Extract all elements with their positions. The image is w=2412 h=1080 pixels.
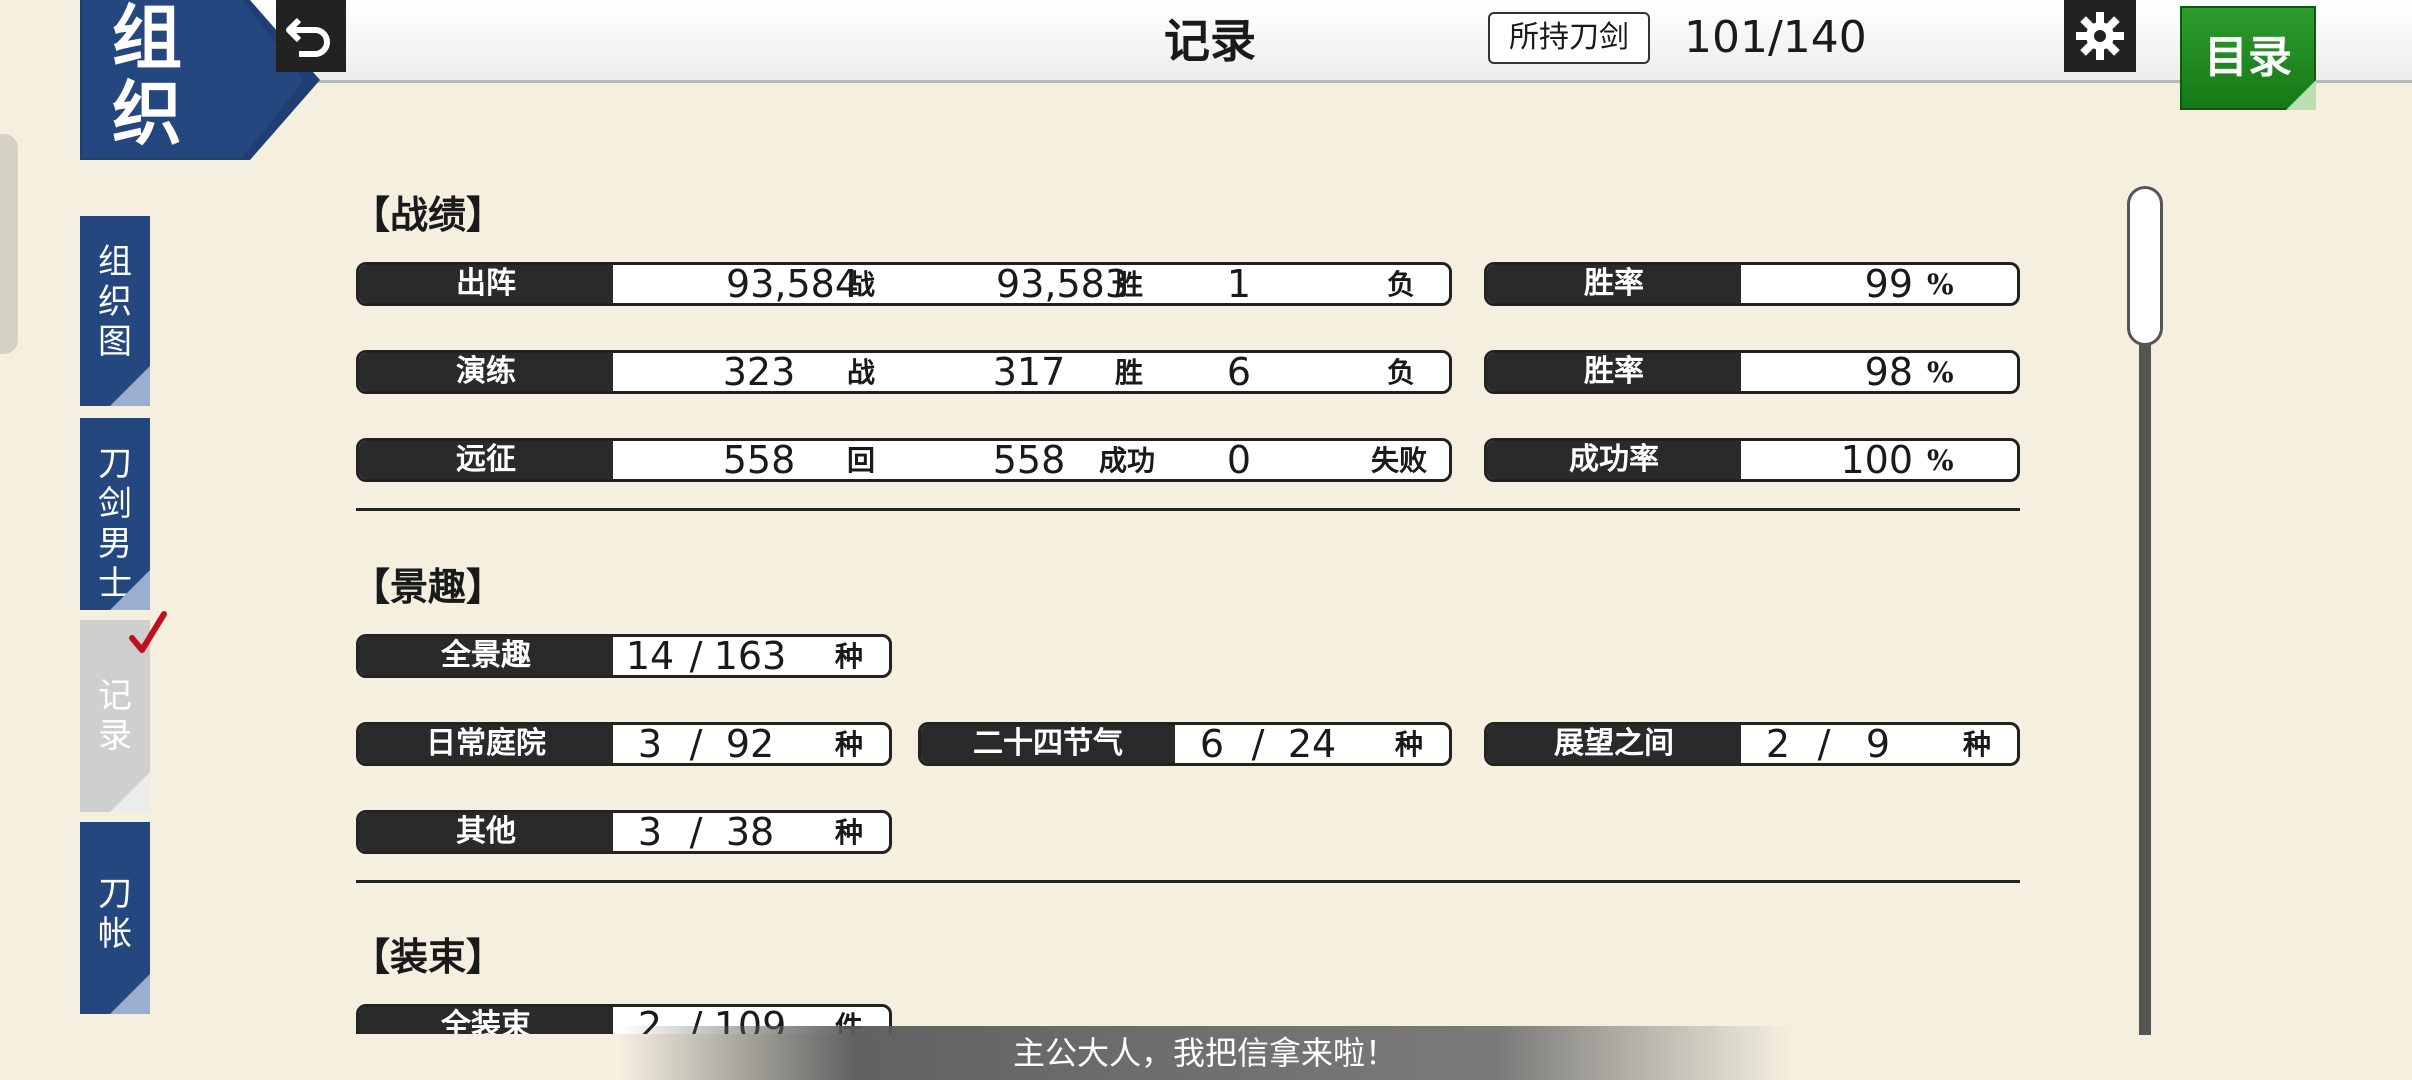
tab-corner (110, 974, 150, 1014)
total-count: 92 (725, 722, 775, 766)
collected-count: 6 (1199, 722, 1225, 766)
section-divider (356, 508, 2020, 511)
gear-icon (2076, 12, 2124, 60)
notification-message: 主公大人，我把信拿来啦！ (620, 1026, 1790, 1080)
rate-value: 98 (1864, 350, 1913, 394)
losses-unit: 负 (1387, 356, 1416, 389)
page-title: 记录 (1164, 14, 1256, 68)
sword-count-value: 101/140 (1684, 12, 1867, 63)
count-unit: 种 (835, 728, 864, 761)
sword-count-label: 所持刀剑 (1488, 12, 1650, 64)
losses-count: 6 (1226, 350, 1252, 394)
settings-button[interactable] (2064, 0, 2136, 72)
wins-count: 93,583 (996, 262, 1129, 306)
section-title-scenery: 【景趣】 (352, 564, 505, 609)
separator: / (689, 722, 703, 766)
separator: / (1251, 722, 1265, 766)
failure-count: 0 (1226, 438, 1252, 482)
sidebar-item-sword-warriors[interactable]: 刀剑男士 (80, 418, 150, 610)
runs-count: 558 (722, 438, 796, 482)
battles-count: 93,584 (726, 262, 859, 306)
scenery-prospect-room: 展望之间 2 / 9 种 (1484, 722, 2020, 766)
battle-row-expedition: 远征 558 回 558 成功 0 失败 (356, 438, 1452, 482)
sidebar-item-organization-chart[interactable]: 组织图 (80, 216, 150, 406)
scenery-other: 其他 3 / 38 种 (356, 810, 892, 854)
scrollbar-thumb[interactable] (2127, 186, 2163, 346)
separator: / (689, 634, 703, 678)
collected-count: 3 (637, 722, 663, 766)
scenery-all: 全景趣 14 / 163 种 (356, 634, 892, 678)
rate-value: 100 (1840, 438, 1913, 482)
count-unit: 种 (835, 816, 864, 849)
win-rate-practice: 胜率 98 % (1484, 350, 2020, 394)
success-rate-expedition: 成功率 100 % (1484, 438, 2020, 482)
win-rate-sortie: 胜率 99 % (1484, 262, 2020, 306)
sidebar-item-label: 组织图 (98, 242, 132, 362)
battles-unit: 战 (847, 268, 876, 301)
total-count: 9 (1865, 722, 1891, 766)
scenery-solar-terms: 二十四节气 6 / 24 种 (918, 722, 1452, 766)
catalog-label: 目录 (2204, 32, 2292, 83)
tab-corner (110, 772, 150, 812)
organization-label: 组织 (112, 0, 182, 155)
separator: / (1817, 722, 1831, 766)
wins-unit: 胜 (1115, 356, 1144, 389)
catalog-button-corner (2286, 80, 2316, 110)
wins-unit: 胜 (1115, 268, 1144, 301)
separator: / (689, 810, 703, 854)
sidebar-item-label: 刀帐 (98, 874, 132, 954)
battle-row-sortie: 出阵 93,584 战 93,583 胜 1 负 (356, 262, 1452, 306)
rate-unit: % (1927, 444, 1954, 477)
rate-label: 胜率 (1487, 265, 1741, 303)
count-unit: 种 (1395, 728, 1424, 761)
losses-count: 1 (1226, 262, 1252, 306)
section-title-battle: 【战绩】 (352, 192, 505, 237)
catalog-button[interactable]: 目录 (2180, 6, 2316, 110)
losses-unit: 负 (1387, 268, 1416, 301)
total-count: 163 (713, 634, 787, 678)
edge-pull-tab[interactable] (0, 134, 18, 354)
row-label: 远征 (359, 441, 613, 479)
section-title-outfit: 【装束】 (352, 934, 505, 979)
rate-unit: % (1927, 356, 1954, 389)
row-label: 其他 (359, 813, 613, 851)
row-label: 出阵 (359, 265, 613, 303)
sidebar-item-label: 记录 (98, 676, 132, 756)
scenery-daily-garden: 日常庭院 3 / 92 种 (356, 722, 892, 766)
section-divider (356, 880, 2020, 883)
success-unit: 成功 (1099, 444, 1156, 477)
collected-count: 2 (1765, 722, 1791, 766)
rate-label: 胜率 (1487, 353, 1741, 391)
count-unit: 种 (1963, 728, 1992, 761)
battles-count: 323 (722, 350, 796, 394)
collected-count: 3 (637, 810, 663, 854)
battles-unit: 战 (847, 356, 876, 389)
row-label: 演练 (359, 353, 613, 391)
runs-unit: 回 (847, 444, 876, 477)
back-button[interactable] (276, 0, 346, 72)
rate-value: 99 (1864, 262, 1913, 306)
rate-label: 成功率 (1487, 441, 1741, 479)
rate-unit: % (1927, 268, 1954, 301)
row-label: 日常庭院 (359, 725, 613, 763)
total-count: 38 (725, 810, 775, 854)
sidebar-item-sword-ledger[interactable]: 刀帐 (80, 822, 150, 1014)
failure-unit: 失败 (1371, 444, 1428, 477)
battle-row-practice: 演练 323 战 317 胜 6 负 (356, 350, 1452, 394)
checkmark-icon (129, 611, 167, 653)
row-label: 展望之间 (1487, 725, 1741, 763)
sidebar-item-label: 刀剑男士 (98, 444, 132, 604)
back-arrow-icon (286, 17, 330, 57)
row-label: 二十四节气 (921, 725, 1175, 763)
tab-corner (110, 366, 150, 406)
total-count: 24 (1287, 722, 1337, 766)
wins-count: 317 (992, 350, 1066, 394)
row-label: 全装束 (359, 1007, 613, 1034)
row-label: 全景趣 (359, 637, 613, 675)
count-unit: 种 (835, 640, 864, 673)
collected-count: 14 (625, 634, 675, 678)
